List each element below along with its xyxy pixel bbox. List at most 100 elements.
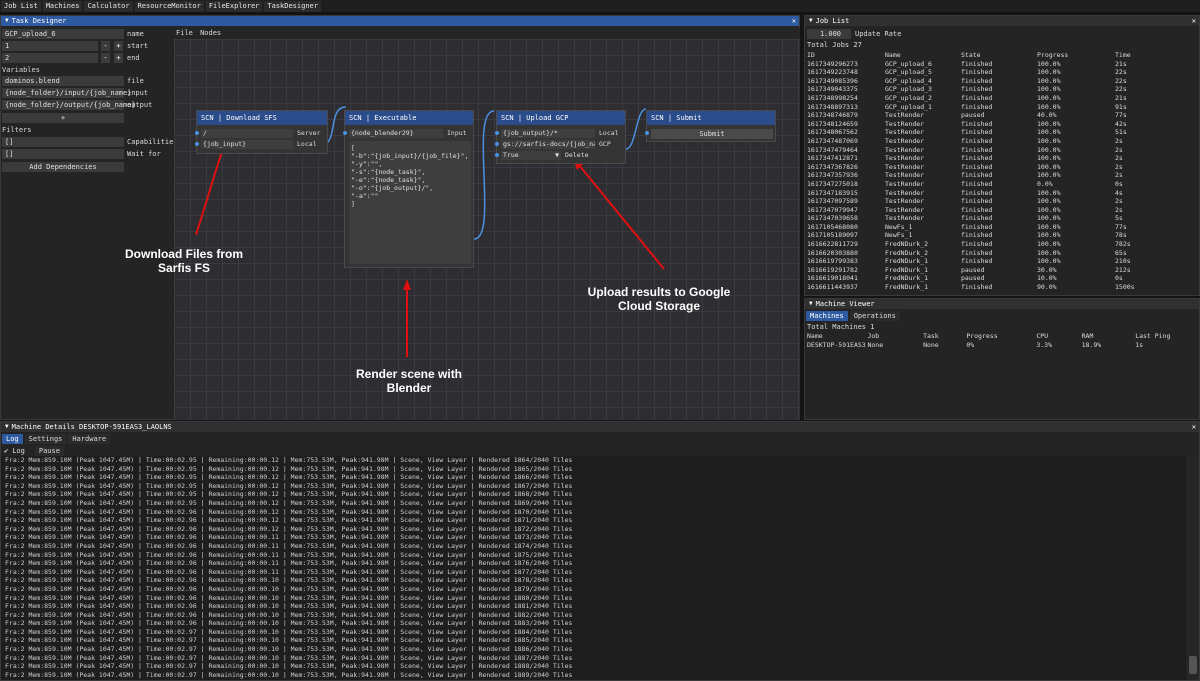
job-col-header: ID [807, 51, 815, 59]
start-input[interactable]: 1 [2, 41, 98, 51]
table-row[interactable]: 1617347079947 TestRender finished 100.0% 2s [807, 206, 1197, 215]
log-output[interactable]: Fra:2 Mem:859.10M (Peak 1047.45M) | Time… [1, 456, 1186, 680]
node-executable-header[interactable]: SCN | Executable [345, 111, 473, 125]
file-input[interactable]: dominos.blend [2, 76, 124, 86]
end-minus-button[interactable]: - [101, 53, 110, 63]
pin-icon[interactable] [495, 131, 499, 135]
table-row[interactable]: 1617349223748 GCP_upload_5 finished 100.0% 2… [807, 68, 1197, 77]
start-minus-button[interactable]: - [101, 41, 110, 51]
update-rate-input[interactable]: 1.000 [807, 29, 851, 39]
table-row[interactable]: 1617347357936 TestRender finished 100.0% 2s [807, 171, 1197, 180]
download-server-field[interactable]: / [201, 129, 293, 138]
check-icon[interactable]: ✔ [4, 446, 8, 456]
table-row[interactable]: 1617348746879 TestRender paused 40.0% 77s [807, 111, 1197, 120]
executable-args-textarea[interactable]: [ "-b":"{job_input}/{job_file}", "-y":""… [349, 141, 471, 264]
table-row[interactable]: 1617347039658 TestRender finished 100.0% 5s [807, 214, 1197, 223]
input-path-field[interactable]: {node_folder}/input/{job_name} [2, 88, 131, 98]
upload-delete-select[interactable]: True ▼ [501, 151, 561, 160]
tab-settings[interactable]: Settings [24, 434, 67, 444]
table-row[interactable]: 1616620303880 FredNDurk_2 finished 100.0% 65… [807, 249, 1197, 258]
table-row[interactable]: 1617348067562 TestRender finished 100.0% 51s [807, 128, 1197, 137]
chevron-down-icon[interactable]: ▼ [555, 151, 559, 160]
table-row[interactable]: 1616619291782 FredNDurk_1 paused 30.0% 212s [807, 266, 1197, 275]
upload-gcp-field[interactable]: gs://sarfis-docs/{job_name} [501, 140, 595, 149]
tab-log[interactable]: Log [2, 434, 23, 444]
add-variable-button[interactable]: + [2, 113, 124, 123]
close-icon[interactable]: ✕ [1192, 422, 1196, 432]
table-row[interactable]: 1617349296273 GCP_upload_6 finished 100.0% 2… [807, 60, 1197, 69]
tab-operations[interactable]: Operations [849, 311, 900, 321]
machine-viewer-titlebar[interactable]: ▼ Machine Viewer [805, 299, 1199, 309]
menu-file-explorer[interactable]: FileExplorer [205, 1, 263, 12]
table-row[interactable]: 1616611443937 FredNDurk_1 finished 90.0% 150… [807, 283, 1197, 292]
pause-button[interactable]: Pause [34, 446, 64, 456]
menu-job-list[interactable]: Job List [1, 1, 41, 12]
collapse-triangle-icon[interactable]: ▼ [5, 422, 9, 432]
table-row[interactable]: 1617347487069 TestRender finished 100.0% 2s [807, 137, 1197, 146]
menu-machines[interactable]: Machines [42, 1, 83, 12]
pin-icon[interactable] [495, 142, 499, 146]
table-row[interactable]: 1617347412871 TestRender finished 100.0% 2s [807, 154, 1197, 163]
table-row[interactable]: 1617347275018 TestRender finished 0.0% 0s [807, 180, 1197, 189]
menu-task-designer[interactable]: TaskDesigner [264, 1, 321, 12]
wait-for-input[interactable]: [] [2, 149, 124, 159]
collapse-triangle-icon[interactable]: ▼ [5, 16, 9, 26]
add-dependencies-button[interactable]: Add Dependencies [2, 162, 124, 172]
node-download-sfs[interactable]: SCN | Download SFS / Server {job_input} … [195, 110, 328, 154]
table-row[interactable]: 1617347367826 TestRender finished 100.0% 2s [807, 163, 1197, 172]
capabilities-input[interactable]: [] [2, 137, 124, 147]
node-download-header[interactable]: SCN | Download SFS [197, 111, 327, 125]
executable-input-field[interactable]: {node_blender29} [349, 129, 443, 138]
table-row[interactable]: 1617349043375 GCP_upload_3 finished 100.0% 2… [807, 85, 1197, 94]
download-local-field[interactable]: {job_input} [201, 140, 293, 149]
job-cell: 1617349085396 [807, 76, 858, 85]
tab-hardware[interactable]: Hardware [68, 434, 111, 444]
node-upload-header[interactable]: SCN | Upload GCP [497, 111, 625, 125]
pin-icon[interactable] [495, 153, 499, 157]
table-row[interactable]: 1616622811729 FredNDurk_2 finished 100.0% 78… [807, 240, 1197, 249]
menu-resource-monitor[interactable]: ResourceMonitor [134, 1, 204, 12]
node-executable[interactable]: SCN | Executable {node_blender29} Input … [343, 110, 474, 268]
node-editor-canvas[interactable]: SCN | Download SFS / Server {job_input} … [125, 39, 800, 420]
pin-icon[interactable] [343, 131, 347, 135]
machine-details-titlebar[interactable]: ▼ Machine Details DESKTOP-591EAS3_LAOLNS… [1, 422, 1199, 432]
pin-icon[interactable] [645, 131, 649, 135]
table-row[interactable]: DESKTOP-591EAS3 None None 0% 3.3% 18.9% 1s [807, 341, 1197, 350]
table-row[interactable]: 1617347183915 TestRender finished 100.0% 4s [807, 189, 1197, 198]
table-row[interactable]: 1617347097589 TestRender finished 100.0% 2s [807, 197, 1197, 206]
pin-icon[interactable] [195, 131, 199, 135]
end-input[interactable]: 2 [2, 53, 98, 63]
job-cell: 1616619291782 [807, 265, 858, 274]
output-path-field[interactable]: {node_folder}/output/{job_name} [2, 100, 136, 110]
table-row[interactable]: 1617105189097 NewFs_1 finished 100.0% 78s [807, 231, 1197, 240]
scrollbar-thumb[interactable] [1189, 656, 1197, 674]
end-plus-button[interactable]: + [114, 53, 123, 63]
collapse-triangle-icon[interactable]: ▼ [809, 16, 813, 26]
node-submit-header[interactable]: SCN | Submit [647, 111, 775, 125]
table-row[interactable]: 1617348897313 GCP_upload_1 finished 100.0% 9… [807, 103, 1197, 112]
table-row[interactable]: 1617105468080 NewFs_1 finished 100.0% 77s [807, 223, 1197, 232]
table-row[interactable]: 1617347479464 TestRender finished 100.0% 2s [807, 146, 1197, 155]
table-row[interactable]: 1616619799383 FredNDurk_1 finished 100.0% 21… [807, 257, 1197, 266]
table-row[interactable]: 1616619018041 FredNDurk_1 paused 10.0% 0s [807, 274, 1197, 283]
collapse-triangle-icon[interactable]: ▼ [809, 299, 813, 309]
submit-button[interactable]: Submit [651, 129, 773, 139]
close-icon[interactable]: ✕ [792, 16, 796, 26]
name-input[interactable]: GCP_upload_6 [2, 29, 124, 39]
tab-machines[interactable]: Machines [806, 311, 848, 321]
job-list-titlebar[interactable]: ▼ Job List ✕ [805, 16, 1199, 26]
upload-local-field[interactable]: {job_output}/* [501, 129, 595, 138]
node-menu-file[interactable]: File [176, 29, 193, 37]
pin-icon[interactable] [195, 142, 199, 146]
task-designer-titlebar[interactable]: ▼ Task Designer ✕ [1, 16, 799, 26]
node-menu-nodes[interactable]: Nodes [200, 29, 221, 37]
table-row[interactable]: 1617349085396 GCP_upload_4 finished 100.0% 2… [807, 77, 1197, 86]
log-scrollbar[interactable] [1187, 456, 1199, 680]
table-row[interactable]: 1617348124659 TestRender finished 100.0% 42s [807, 120, 1197, 129]
node-upload-gcp[interactable]: SCN | Upload GCP {job_output}/* Local gs… [495, 110, 626, 164]
menu-calculator[interactable]: Calculator [84, 1, 133, 12]
table-row[interactable]: 1617348998254 GCP_upload_2 finished 100.0% 2… [807, 94, 1197, 103]
close-icon[interactable]: ✕ [1192, 16, 1196, 26]
node-submit[interactable]: SCN | Submit Submit [645, 110, 776, 142]
start-plus-button[interactable]: + [114, 41, 123, 51]
